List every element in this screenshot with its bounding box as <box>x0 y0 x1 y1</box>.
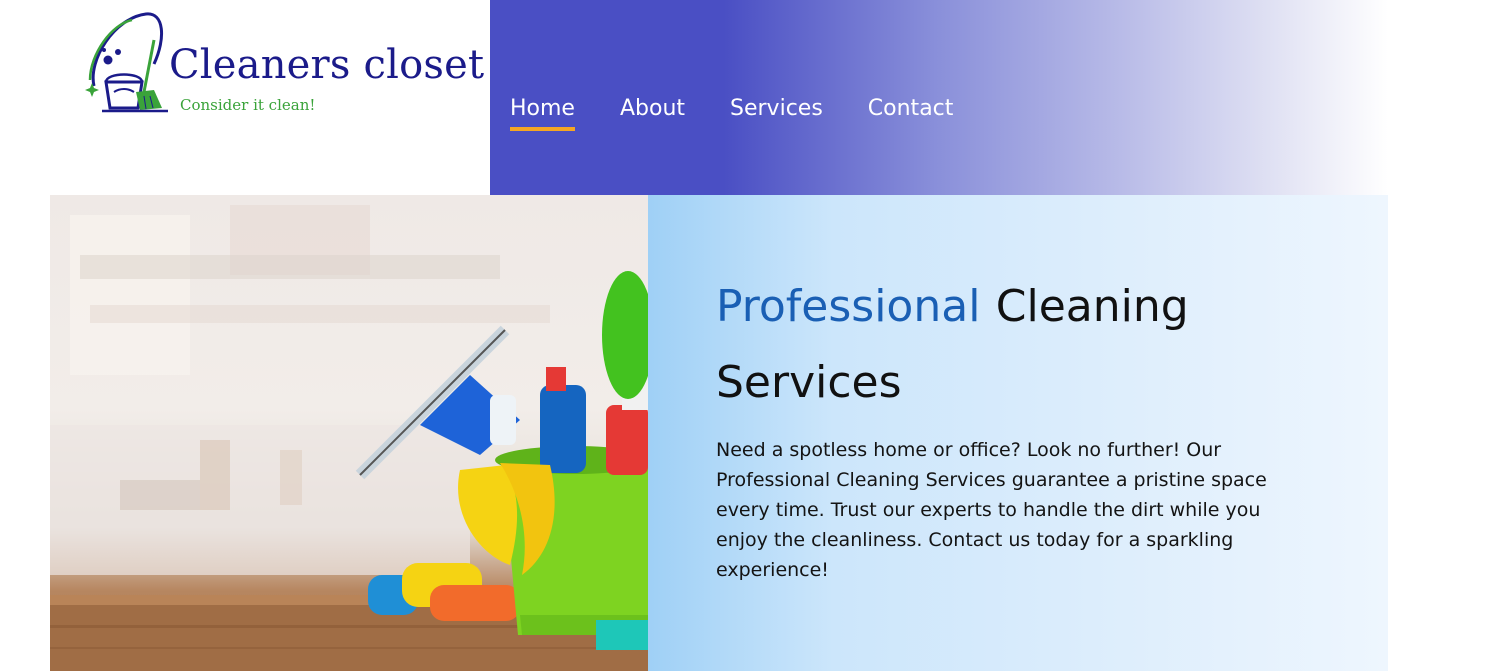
nav-item-services[interactable]: Services <box>730 96 823 129</box>
nav-list: Home About Services Contact <box>510 96 954 131</box>
hero-section: Professional Cleaning Services Need a sp… <box>648 195 1388 671</box>
page: Cleaners closet Consider it clean! Home … <box>0 0 1502 671</box>
hero-title-accent: Professional <box>716 281 981 332</box>
hero-image <box>50 195 648 671</box>
nav-item-home[interactable]: Home <box>510 96 575 131</box>
site-logo[interactable]: Cleaners closet Consider it clean! <box>0 0 490 195</box>
brand-tagline: Consider it clean! <box>180 96 316 114</box>
brand-name: Cleaners closet <box>169 42 485 88</box>
nav-item-about[interactable]: About <box>620 96 685 129</box>
cleaning-supplies-image <box>50 205 648 671</box>
hero-description: Need a spotless home or office? Look no … <box>716 439 1267 581</box>
hero-title: Professional Cleaning Services <box>716 269 1336 421</box>
cleaning-bucket-broom-icon <box>85 12 168 113</box>
nav-item-contact[interactable]: Contact <box>868 96 954 129</box>
main-navigation: Home About Services Contact <box>490 0 1388 195</box>
